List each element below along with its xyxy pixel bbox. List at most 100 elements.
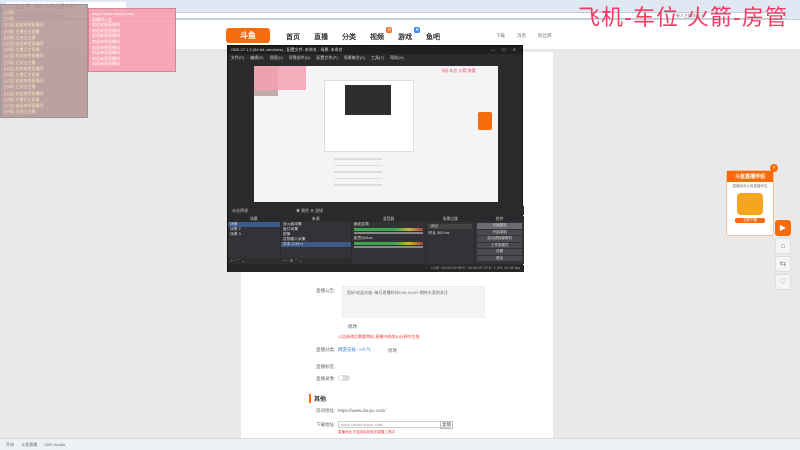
copy-button[interactable]: 复制 [440,421,453,429]
studio-mode-button[interactable]: 工作室模式 [477,242,523,248]
home-icon[interactable]: ⌂ [775,238,791,254]
virtual-camera-button[interactable]: 启动虚拟摄像机 [477,236,523,242]
taskbar-browser[interactable]: 斗鱼直播 [21,442,37,447]
close-icon[interactable]: × [770,164,778,172]
volume-slider[interactable] [353,246,424,248]
menu-scene-collection[interactable]: 场景集合(S) [344,54,365,62]
preview-form-lines [334,158,414,198]
mixer-dock: 混音器 桌面音频 麦克风/Aux [351,216,426,264]
notice-line: 欢迎来到直播间 [92,61,120,67]
transitions-dock: 场景过渡 淡出 时长 300 ms [426,216,475,264]
category-change-button[interactable]: 修改 [388,348,397,354]
play-icon[interactable]: ▶ [775,220,791,236]
record-label: 直播录像: [316,376,336,381]
nav-item-fishbar[interactable]: 鱼吧 [426,32,440,42]
mixer-channel-label: 桌面音频 [353,222,369,226]
obs-menubar: 文件(F) 编辑(E) 视图(V) 停靠部件(D) 配置文件(P) 场景集合(S… [228,54,522,62]
category-value[interactable]: 网游竞技-->人气 [338,347,371,353]
notice-label: 直播公告: [316,288,336,293]
volume-meter [353,228,424,231]
user-area: 下载 消息 粉丝牌 [496,33,552,39]
menu-file[interactable]: 文件(F) [231,54,244,62]
mixer-channel-label: 麦克风/Aux [353,236,373,240]
menu-docks[interactable]: 停靠部件(D) [289,54,311,62]
sources-toolbar[interactable]: + − ⚙ ⌃ ⌄ [280,258,351,264]
transition-select[interactable]: 淡出 [428,224,473,229]
notice-textarea[interactable]: 您好!欢迎光临~每日直播时间9:00-24:00~期待大家的关注 [342,286,485,318]
nav-item-home[interactable]: 首页 [286,32,300,42]
stream-overlay-subtitle: 新人主播求关注 [676,13,704,18]
obs-status-bar: LIVE: 00:00:00 REC: 00:00:00 CPU: 1.3%, … [228,265,524,272]
scenes-dock: 场景 场景 场景 2 场景 3 + − ⌃ ⌄ [228,216,280,264]
nav-item-video[interactable]: 视频热 [370,27,392,42]
menu-help[interactable]: 帮助(H) [390,54,404,62]
scenes-toolbar[interactable]: + − ⌃ ⌄ [228,258,280,264]
start-streaming-button[interactable]: 开始推流 [477,223,523,229]
nav-item-category[interactable]: 分类 [342,32,356,42]
new-badge: 新 [414,27,420,33]
controls-title: 控件 [475,216,525,222]
stream-url-input[interactable]: https://www.douyu.com/ [338,421,450,428]
menu-profile[interactable]: 配置文件(P) [316,54,337,62]
controls-dock: 控件 开始推流 开始录制 启动虚拟摄像机 工作室模式 设置 退出 [475,216,525,264]
download-link[interactable]: 下载 [496,33,505,39]
transition-duration[interactable]: 时长 300 ms [426,231,474,236]
obs-preview-canvas[interactable]: 飞机-车位 火箭-房管 [254,66,498,202]
favorite-icon[interactable]: ♡ [775,274,791,290]
sources-dock: 来源 显示器采集 窗口采集 图像 音频输入采集 文本 (GDI+) + − ⚙ … [280,216,351,264]
category-label: 直播分类: [316,347,336,352]
menu-edit[interactable]: 编辑(E) [250,54,263,62]
section-title-other: 其他 [309,394,326,403]
promo-subtitle: 直播就用斗鱼直播伴侣 [732,184,768,188]
nav-item-game[interactable]: 游戏新 [398,27,420,42]
tag-label: 直播标签: [316,364,336,369]
volume-meter [353,242,424,245]
obs-titlebar[interactable]: OBS 27.1.3 (64-bit, windows) - 配置文件: 未命名… [228,46,522,54]
chat-overlay-panel: [分享] [分享] [公告] 欢迎来到直播间 [分享] 主播正在直播 [分享] … [0,4,88,118]
fan-badge-link[interactable]: 粉丝牌 [538,33,552,39]
stream-url-label: 下载地址: [316,422,336,427]
preview-notice-overlay [254,66,306,90]
preview-overlay-title: 飞机-车位 火箭-房管 [440,68,476,73]
preview-promo [478,112,492,130]
messages-link[interactable]: 消息 [517,33,526,39]
start-recording-button[interactable]: 开始录制 [477,229,523,235]
window-controls[interactable]: — ☐ ✕ [491,46,519,54]
notice-overlay-panel: https://www.douyu.com/ 直播间公告 欢迎来到直播间 欢迎来… [88,8,176,72]
settings-button[interactable]: 设置 [477,249,523,255]
no-source-label: 未选择源 [232,208,248,213]
preview-nested-screenshot [324,80,414,152]
promo-download-button[interactable]: 立即下载 [735,218,765,223]
taskbar-start[interactable]: 开始 [6,442,14,447]
notice-warning: 公告修改后需要审核,直播中修改30分钟内生效 [338,334,420,339]
obs-window[interactable]: OBS 27.1.3 (64-bit, windows) - 配置文件: 未命名… [227,45,525,272]
volume-slider[interactable] [353,232,424,234]
taskbar: 开始 斗鱼直播 OBS Studio [0,438,800,450]
room-url-label: 房间地址: [316,408,336,413]
promo-widget[interactable]: 斗鱼直播伴侣 直播就用斗鱼直播伴侣 立即下载 [726,170,774,236]
site-logo[interactable]: 斗鱼 [226,28,270,43]
promo-title: 斗鱼直播伴侣 [727,171,773,182]
main-nav: 首页 直播 分类 视频热 游戏新 鱼吧 [286,27,440,42]
scene-item[interactable]: 场景 3 [228,232,280,237]
share-icon[interactable]: ⇆ [775,256,791,272]
source-item[interactable]: 文本 (GDI+) [280,242,351,247]
hot-badge: 热 [386,27,392,33]
obs-title: OBS 27.1.3 (64-bit, windows) - 配置文件: 未命名… [231,47,343,52]
properties-filters[interactable]: ◉ 属性 ⚙ 滤镜 [296,206,323,215]
notice-edit-button[interactable]: 修改 [348,324,357,330]
nav-item-live[interactable]: 直播 [314,32,328,42]
stream-url-hint: 直播地址,可复制后粘贴到直播工具中 [338,430,395,434]
record-toggle[interactable] [338,375,350,381]
preview-nested-obs [345,85,391,115]
promo-image [737,193,763,215]
chat-line: [分享] 已关注主播 [4,109,36,115]
obs-source-toolbar: 未选择源 ◉ 属性 ⚙ 滤镜 [228,206,524,215]
transitions-title: 场景过渡 [426,216,475,222]
menu-view[interactable]: 视图(V) [269,54,282,62]
exit-button[interactable]: 退出 [477,255,523,261]
room-url-value[interactable]: https://www.douyu.com/ [338,408,386,413]
menu-tools[interactable]: 工具(T) [371,54,384,62]
taskbar-obs[interactable]: OBS Studio [44,442,65,447]
obs-docks: 场景 场景 场景 2 场景 3 + − ⌃ ⌄ 来源 显示器采集 窗口采集 图像… [228,216,525,264]
